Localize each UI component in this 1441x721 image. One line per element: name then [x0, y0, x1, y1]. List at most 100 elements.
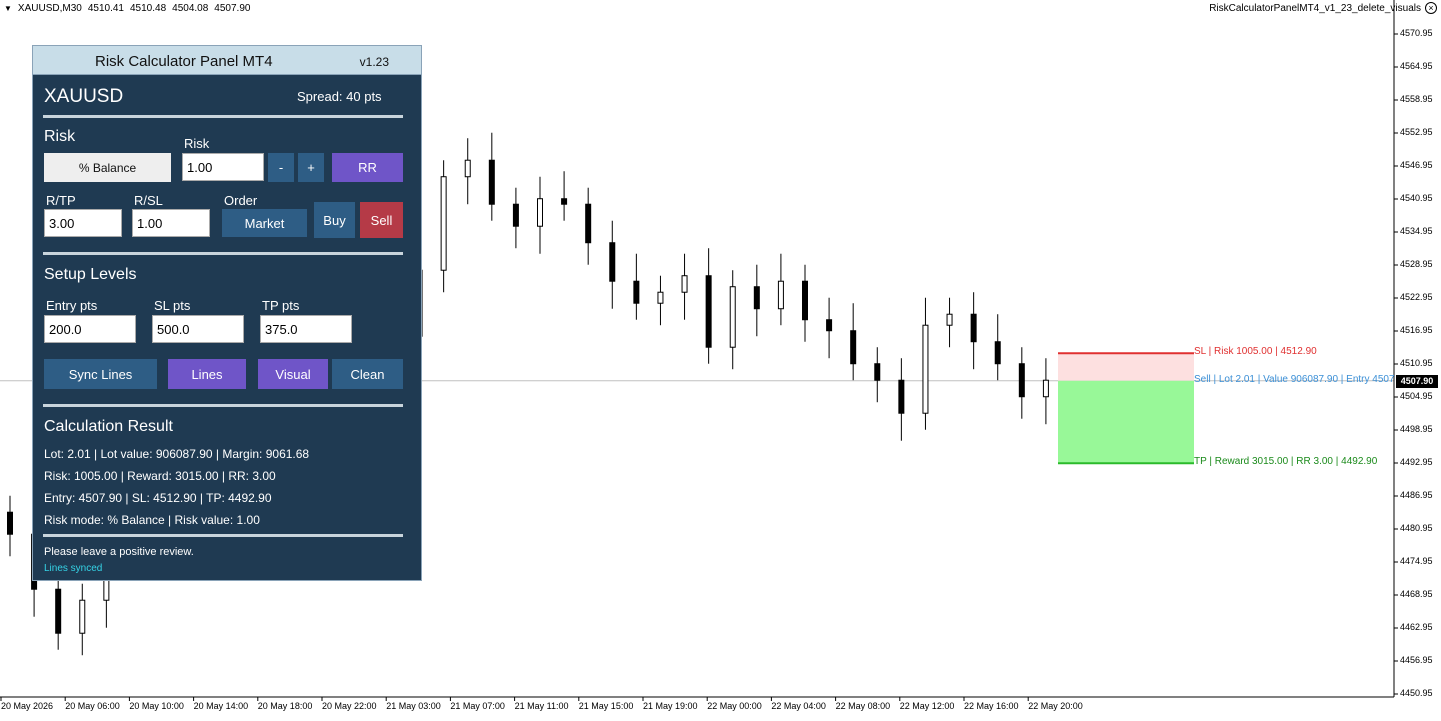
sell-button[interactable]: Sell [360, 202, 403, 238]
candle-body [512, 203, 519, 227]
close-icon[interactable]: × [1425, 2, 1437, 14]
price-tick-label: 4486.95 [1400, 490, 1433, 500]
candle-body [79, 599, 86, 634]
candle-body [488, 159, 495, 205]
time-tick-label: 20 May 14:00 [193, 701, 249, 711]
candle-body [777, 280, 784, 310]
sync-lines-button[interactable]: Sync Lines [44, 359, 157, 389]
candle-body [946, 313, 953, 326]
chart-header: ▼ XAUUSD,M30 4510.41 4510.48 4504.08 450… [4, 3, 250, 14]
order-type-button[interactable]: Market [222, 209, 307, 237]
time-tick-label: 20 May 2026 [1, 701, 54, 711]
status-message: Lines synced [44, 563, 103, 574]
divider [43, 534, 403, 537]
candle-body [874, 363, 881, 381]
candle-body [826, 319, 833, 332]
result-risk-line: Risk: 1005.00 | Reward: 3015.00 | RR: 3.… [44, 469, 276, 483]
price-tick-label: 4546.95 [1400, 160, 1433, 170]
candle-body [537, 198, 543, 227]
divider [43, 115, 403, 118]
candle-body [970, 313, 977, 343]
risk-calculator-panel[interactable]: Risk Calculator Panel MT4 v1.23 XAUUSD S… [32, 45, 422, 581]
time-tick-label: 21 May 19:00 [643, 701, 698, 711]
time-tick-label: 22 May 12:00 [899, 701, 955, 711]
tp-pts-label: TP pts [262, 298, 300, 313]
price-tick-label: 4468.95 [1400, 589, 1433, 599]
time-tick-label: 20 May 06:00 [65, 701, 120, 711]
current-price-tag: 4507.90 [1396, 374, 1438, 388]
rtp-label: R/TP [46, 193, 76, 208]
risk-decrease-button[interactable]: - [268, 153, 294, 182]
candle-body [657, 291, 664, 304]
time-tick-label: 22 May 08:00 [835, 701, 891, 711]
ohlc-close: 4507.90 [214, 3, 251, 14]
sl-pts-input[interactable] [152, 315, 244, 343]
candle-body [681, 275, 688, 293]
candle-body [994, 341, 1001, 365]
divider [43, 252, 403, 255]
price-tick-label: 4522.95 [1400, 292, 1433, 302]
clean-button[interactable]: Clean [332, 359, 403, 389]
reward-zone [1058, 380, 1194, 464]
expert-advisor-name: RiskCalculatorPanelMT4_v1_23_delete_visu… [1209, 3, 1421, 14]
candle-body [561, 198, 568, 205]
price-tick-label: 4474.95 [1400, 556, 1433, 566]
risk-label: Risk [184, 136, 210, 151]
sl-pts-label: SL pts [154, 298, 191, 313]
order-label: Order [224, 193, 258, 208]
price-tick-label: 4540.95 [1400, 193, 1433, 203]
price-tick-label: 4552.95 [1400, 127, 1433, 137]
caret-down-icon[interactable]: ▼ [4, 4, 12, 13]
spread-info: Spread: 40 pts [297, 89, 382, 104]
ohlc-low: 4504.08 [172, 3, 209, 14]
price-tick-label: 4510.95 [1400, 358, 1433, 368]
price-tick-label: 4450.95 [1400, 688, 1433, 698]
rsl-input[interactable] [132, 209, 210, 237]
candle-body [729, 286, 736, 348]
risk-mode-button[interactable]: % Balance [44, 153, 171, 182]
candle-body [850, 330, 857, 365]
time-tick-label: 22 May 20:00 [1028, 701, 1083, 711]
price-tick-label: 4564.95 [1400, 61, 1433, 71]
price-tick-label: 4558.95 [1400, 94, 1433, 104]
price-tick-label: 4516.95 [1400, 325, 1433, 335]
rtp-input[interactable] [44, 209, 122, 237]
lines-button[interactable]: Lines [168, 359, 246, 389]
time-tick-label: 20 May 18:00 [257, 701, 313, 711]
panel-title: Risk Calculator Panel MT4 [95, 53, 273, 70]
entry-pts-input[interactable] [44, 315, 136, 343]
symbol-name: XAUUSD [44, 86, 124, 107]
candle-body [753, 286, 760, 310]
time-tick-label: 22 May 00:00 [707, 701, 762, 711]
candle-body [802, 280, 808, 321]
time-tick-label: 20 May 10:00 [129, 701, 184, 711]
risk-increase-button[interactable]: + [298, 153, 324, 182]
candle-body [585, 203, 592, 244]
candle-body [705, 275, 712, 348]
ohlc-open: 4510.41 [87, 3, 124, 14]
time-tick-label: 21 May 07:00 [450, 701, 505, 711]
result-mode-line: Risk mode: % Balance | Risk value: 1.00 [44, 513, 260, 527]
candle-body [1042, 379, 1049, 398]
divider [43, 404, 403, 407]
time-tick-label: 22 May 04:00 [771, 701, 826, 711]
risk-zone [1058, 353, 1194, 381]
risk-value-input[interactable] [182, 153, 264, 181]
tp-pts-input[interactable] [260, 315, 352, 343]
ohlc-high: 4510.48 [129, 3, 167, 14]
symbol-timeframe: XAUUSD,M30 [17, 3, 82, 14]
candle-body [922, 324, 929, 414]
buy-button[interactable]: Buy [314, 202, 355, 238]
time-tick-label: 22 May 16:00 [964, 701, 1019, 711]
price-tick-label: 4492.95 [1400, 457, 1433, 467]
rr-button[interactable]: RR [332, 153, 403, 182]
sl-line-label[interactable]: SL | Risk 1005.00 | 4512.90 [1194, 346, 1317, 357]
visual-button[interactable]: Visual [258, 359, 328, 389]
entry-line-label[interactable]: Sell | Lot 2.01 | Value 906087.90 | Entr… [1194, 374, 1394, 385]
rsl-label: R/SL [134, 193, 163, 208]
price-tick-label: 4456.95 [1400, 655, 1433, 665]
tp-line-label[interactable]: TP | Reward 3015.00 | RR 3.00 | 4492.90 [1194, 456, 1377, 467]
candle-body [440, 176, 447, 271]
candle-body [898, 379, 905, 414]
panel-titlebar[interactable]: Risk Calculator Panel MT4 v1.23 [33, 46, 421, 75]
